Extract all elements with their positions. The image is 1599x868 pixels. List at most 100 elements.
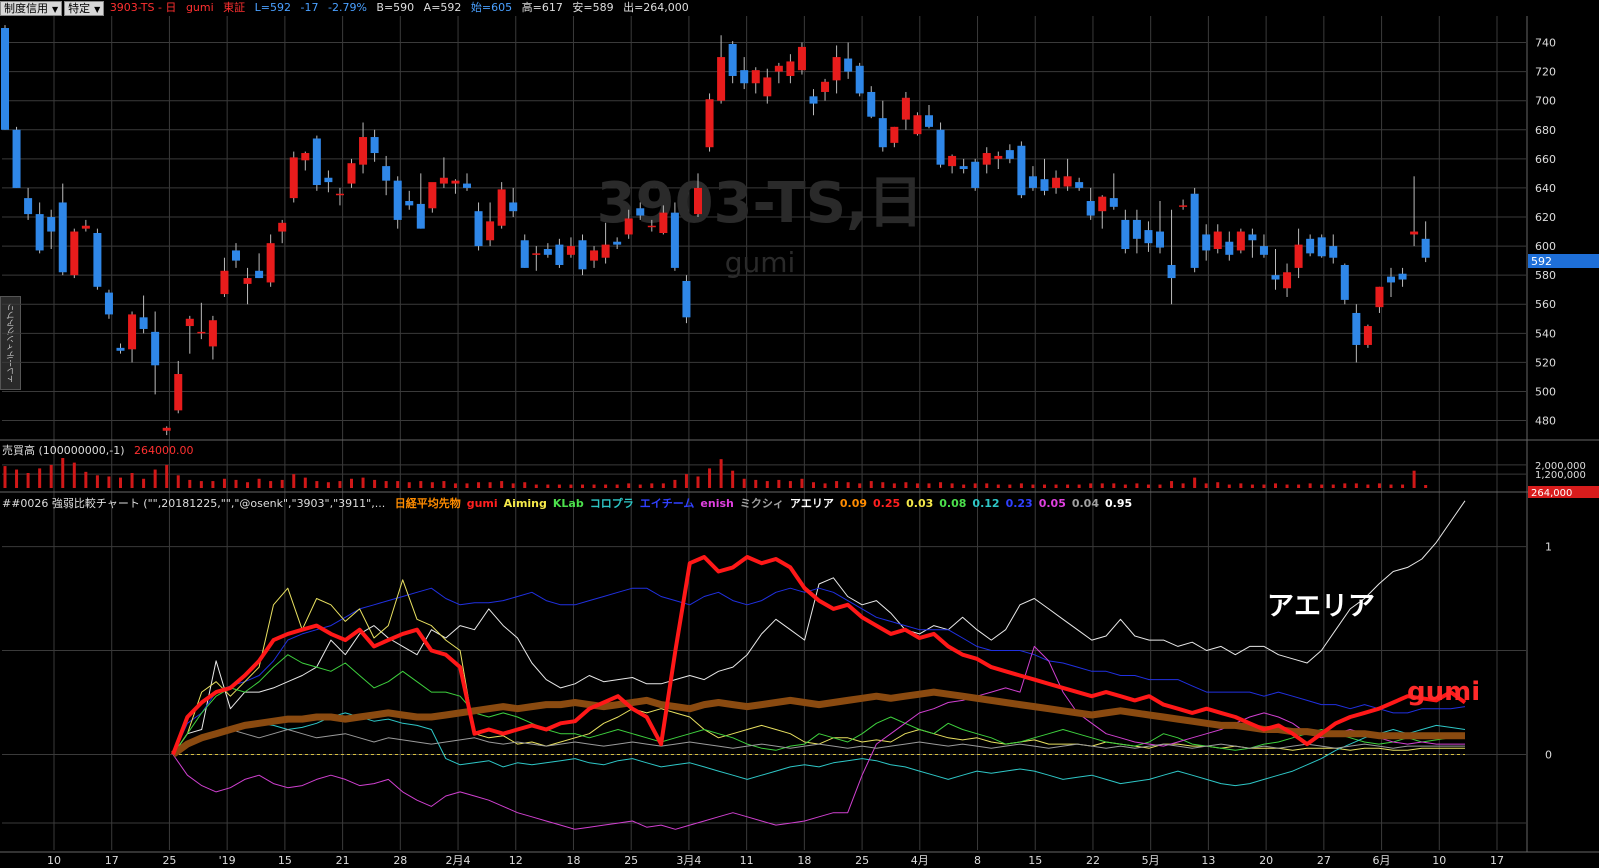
candle-body bbox=[347, 163, 356, 184]
volume-bar bbox=[303, 477, 307, 488]
volume-bar bbox=[292, 474, 296, 488]
candle-body bbox=[1387, 276, 1395, 283]
volume-bar bbox=[823, 483, 827, 488]
candle-body bbox=[1075, 182, 1084, 188]
candle-body bbox=[1132, 219, 1141, 239]
volume-bar bbox=[188, 479, 192, 488]
volume-bar bbox=[430, 482, 434, 488]
volume-bar bbox=[269, 481, 273, 488]
volume-bar bbox=[846, 482, 850, 488]
x-axis: 10 17 25 '19 15 21 28 2月4 12 18 25 3月4 11 18 25 4月 8 15 22… bbox=[47, 854, 1504, 867]
volume-bar bbox=[1424, 485, 1428, 488]
volume-bar bbox=[153, 469, 157, 488]
volume-bar bbox=[84, 471, 88, 488]
candle-body bbox=[312, 138, 321, 186]
volume-bar bbox=[777, 479, 781, 488]
candle-body bbox=[682, 280, 691, 318]
volume-bar bbox=[962, 484, 966, 488]
candle-body bbox=[1052, 177, 1061, 188]
volume-bar bbox=[1193, 477, 1197, 488]
x-tick-label: 20 bbox=[1259, 854, 1273, 867]
x-tick-label: 25 bbox=[162, 854, 176, 867]
x-tick-label: 10 bbox=[47, 854, 61, 867]
candle-body bbox=[855, 65, 864, 94]
candle-body bbox=[208, 320, 217, 347]
candle-body bbox=[104, 292, 113, 315]
legend-value: 0.12 bbox=[972, 497, 1000, 510]
candle-body bbox=[266, 243, 275, 283]
volume-bar bbox=[384, 481, 388, 488]
candle-body bbox=[543, 248, 552, 255]
candle-body bbox=[1398, 273, 1407, 280]
x-tick-label: 4月 bbox=[911, 854, 929, 867]
candle-body bbox=[324, 177, 333, 183]
candle-body bbox=[878, 118, 887, 148]
volume-bar bbox=[442, 481, 446, 488]
candle-body bbox=[659, 212, 668, 233]
volume-bar bbox=[1077, 484, 1081, 488]
volume-bar bbox=[315, 481, 319, 488]
volume-bars bbox=[3, 458, 1428, 488]
candle-body bbox=[1363, 326, 1372, 345]
volume-bar bbox=[881, 482, 885, 488]
candle-body bbox=[1190, 193, 1199, 268]
volume-bar bbox=[1031, 484, 1035, 488]
volume-bar bbox=[1100, 483, 1104, 488]
compare-lines bbox=[170, 500, 1467, 830]
candle-body bbox=[428, 182, 437, 209]
legend-value: 0.05 bbox=[1038, 497, 1066, 510]
legend-entry: 日経平均先物 bbox=[394, 497, 461, 510]
x-tick-label: 21 bbox=[336, 854, 350, 867]
volume-bar bbox=[788, 481, 792, 488]
candle-body bbox=[1306, 238, 1315, 254]
candle-body bbox=[578, 240, 587, 270]
last-price-marker-label: 592 bbox=[1531, 255, 1552, 268]
price-tick-label: 520 bbox=[1535, 356, 1556, 369]
candle-body bbox=[1098, 196, 1107, 212]
candle-body bbox=[1352, 312, 1361, 345]
legend-entry: enish bbox=[700, 497, 734, 510]
candle-body bbox=[81, 225, 90, 229]
candle-body bbox=[1156, 231, 1164, 248]
candle-body bbox=[832, 57, 841, 81]
volume-bar bbox=[904, 482, 908, 488]
candle-body bbox=[809, 96, 818, 104]
candle-body bbox=[1294, 244, 1303, 268]
candle-body bbox=[382, 166, 391, 181]
volume-bar bbox=[939, 482, 943, 488]
volume-bar bbox=[950, 483, 954, 488]
compare-legend: 日経平均先物 gumi Aiming KLab コロプラ エイチーム enish ミクシィ アエ… bbox=[395, 497, 1138, 510]
candle-body bbox=[1028, 176, 1037, 188]
volume-bar bbox=[1401, 484, 1405, 488]
candle-body bbox=[763, 77, 772, 97]
volume-bar bbox=[523, 482, 527, 488]
volume-panel-header: 売買高 (100000000,-1) 264000.00 bbox=[2, 444, 194, 458]
volume-bar bbox=[1262, 484, 1266, 488]
price-tick-label: 500 bbox=[1535, 385, 1556, 398]
volume-bar bbox=[1366, 484, 1370, 488]
x-tick-label: 8 bbox=[974, 854, 981, 867]
compare-tick-label: 1 bbox=[1545, 541, 1552, 554]
x-tick-label: 18 bbox=[566, 854, 580, 867]
volume-bar bbox=[1089, 483, 1093, 488]
candle-body bbox=[1, 28, 9, 130]
volume-bar bbox=[1158, 484, 1162, 488]
x-tick-label: 10 bbox=[1432, 854, 1446, 867]
candle-body bbox=[359, 137, 368, 165]
candle-body bbox=[821, 81, 830, 92]
volume-bar bbox=[592, 484, 596, 488]
candle-body bbox=[301, 153, 310, 161]
volume-bar bbox=[1066, 484, 1070, 488]
price-tick-label: 620 bbox=[1535, 211, 1556, 224]
volume-bar bbox=[684, 474, 688, 488]
candle-body bbox=[1236, 231, 1245, 251]
volume-bar bbox=[176, 475, 180, 488]
volume-bar bbox=[708, 468, 712, 488]
volume-bar bbox=[396, 481, 400, 488]
volume-bar bbox=[673, 479, 677, 488]
compare-line-gumi bbox=[171, 555, 1467, 756]
candle-body bbox=[58, 202, 67, 273]
candle-body bbox=[393, 180, 402, 220]
volume-bar bbox=[107, 476, 111, 488]
volume-bar bbox=[326, 482, 330, 488]
